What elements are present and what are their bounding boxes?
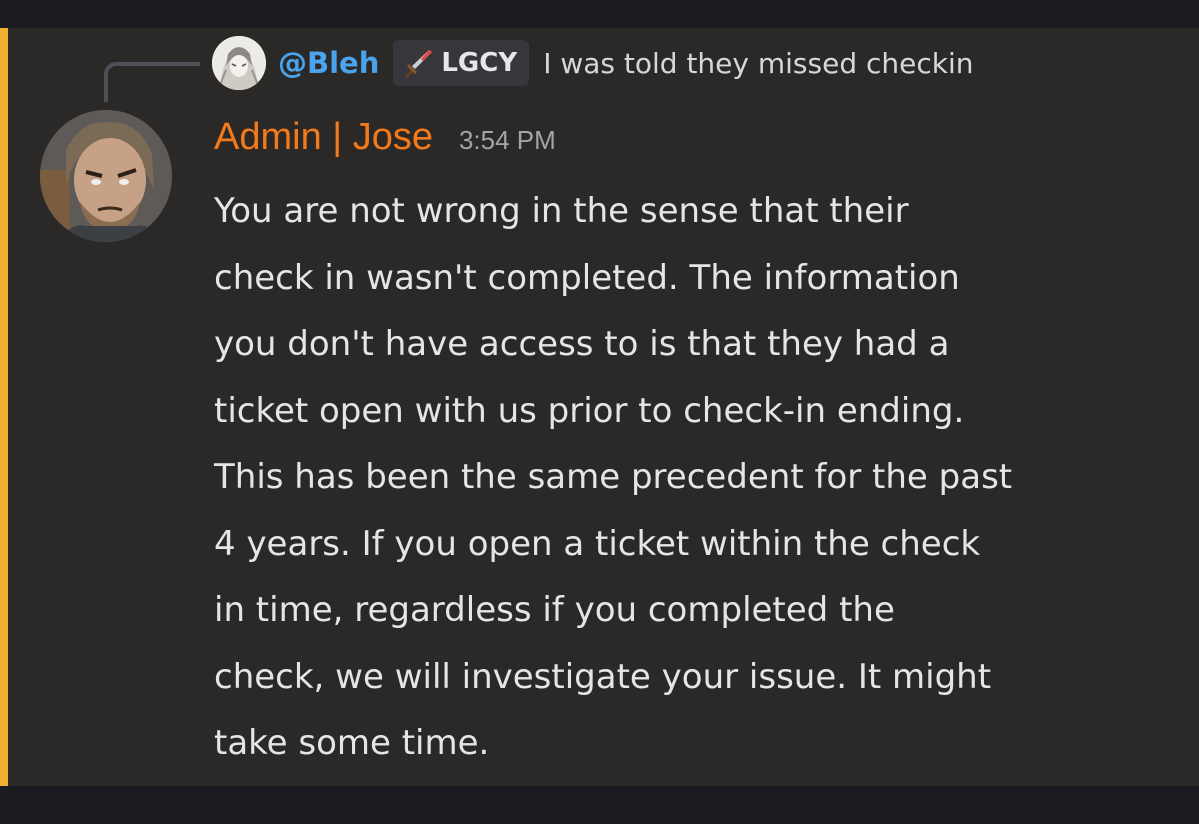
server-tag[interactable]: LGCY: [393, 40, 530, 86]
message-line: 4 years. If you open a ticket within the…: [214, 523, 981, 564]
message-line: This has been the same precedent for the…: [214, 457, 1013, 497]
message-line: in time, regardless if you completed the: [214, 590, 895, 630]
reply-author-name[interactable]: @Bleh: [278, 46, 379, 80]
message-line: check in wasn't completed. The informati…: [214, 257, 960, 298]
message-line: take some time.: [214, 723, 490, 763]
message-line: You are not wrong in the sense that thei…: [214, 191, 909, 231]
message-timestamp[interactable]: 3:54 PM: [459, 125, 556, 156]
screenshot-frame: @Bleh LGCY I was told they missed checki…: [0, 0, 1199, 824]
reply-connector: [104, 62, 200, 102]
message-header: Admin | Jose 3:54 PM: [214, 116, 556, 174]
message-line: you don't have access to is that they ha…: [214, 324, 950, 364]
sword-icon: [401, 46, 435, 80]
author-avatar[interactable]: [40, 110, 172, 242]
author-name[interactable]: Admin | Jose: [214, 116, 433, 159]
server-tag-label: LGCY: [441, 48, 518, 78]
reply-avatar[interactable]: [212, 36, 266, 90]
reply-preview-text[interactable]: I was told they missed checkin: [543, 47, 973, 80]
message-body: You are not wrong in the sense that thei…: [214, 178, 1174, 777]
message-line: ticket open with us prior to check-in en…: [214, 390, 965, 431]
chat-message[interactable]: @Bleh LGCY I was told they missed checki…: [0, 28, 1199, 786]
message-line: check, we will investigate your issue. I…: [214, 656, 992, 697]
reply-reference[interactable]: @Bleh LGCY I was told they missed checki…: [212, 32, 974, 94]
mention-highlight-bar: [0, 28, 8, 786]
